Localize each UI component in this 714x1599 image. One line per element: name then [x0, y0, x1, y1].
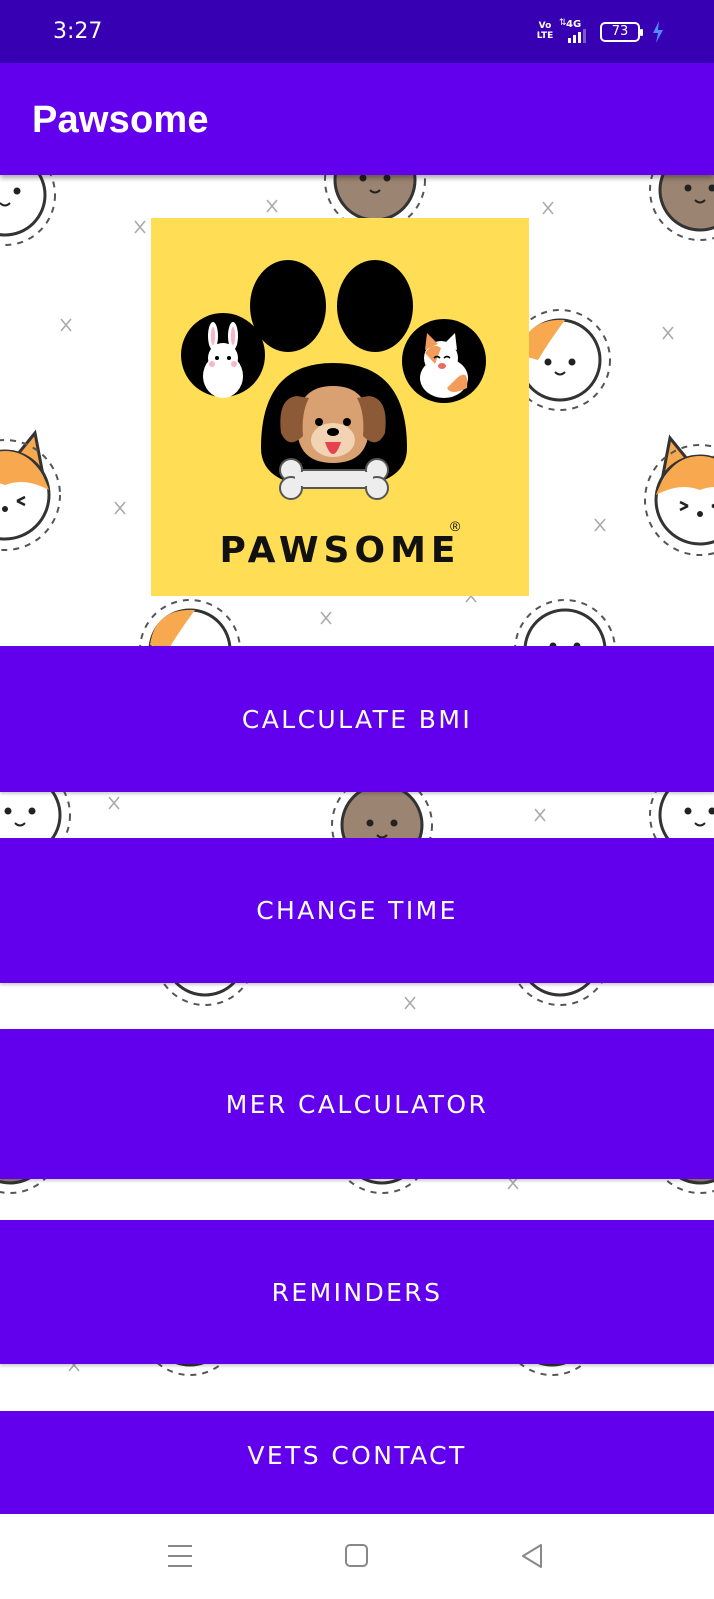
- reminders-button[interactable]: REMINDERS: [0, 1220, 714, 1364]
- signal-4g-icon: ⇅ 4G: [559, 18, 588, 45]
- mer-calculator-button[interactable]: MER CALCULATOR: [0, 1029, 714, 1179]
- recents-menu-icon[interactable]: [162, 1540, 198, 1572]
- battery-icon: 73: [600, 22, 643, 42]
- app-title: Pawsome: [32, 99, 209, 141]
- calculate-bmi-button[interactable]: CALCULATE BMI: [0, 646, 714, 792]
- vets-contact-button[interactable]: VETS CONTACT: [0, 1411, 714, 1514]
- status-bar: 3:27 Vo LTE ⇅ 4G 73: [0, 0, 714, 63]
- registered-mark: ®: [450, 518, 461, 534]
- status-icons: Vo LTE ⇅ 4G 73: [536, 18, 664, 46]
- logo-text: PAWSOME: [219, 530, 461, 571]
- back-triangle-icon[interactable]: [514, 1540, 550, 1572]
- volte-icon: Vo LTE: [536, 21, 554, 41]
- home-square-icon[interactable]: [338, 1540, 374, 1572]
- status-time: 3:27: [53, 19, 103, 44]
- change-time-button[interactable]: CHANGE TIME: [0, 838, 714, 983]
- charging-bolt-icon: [653, 21, 663, 43]
- app-bar: Pawsome: [0, 63, 714, 175]
- screen: 3:27 Vo LTE ⇅ 4G 73 Pawsome PAWSOME ® CA…: [0, 0, 714, 1599]
- system-nav-bar: [0, 1514, 714, 1599]
- pawsome-logo: PAWSOME ®: [151, 218, 529, 596]
